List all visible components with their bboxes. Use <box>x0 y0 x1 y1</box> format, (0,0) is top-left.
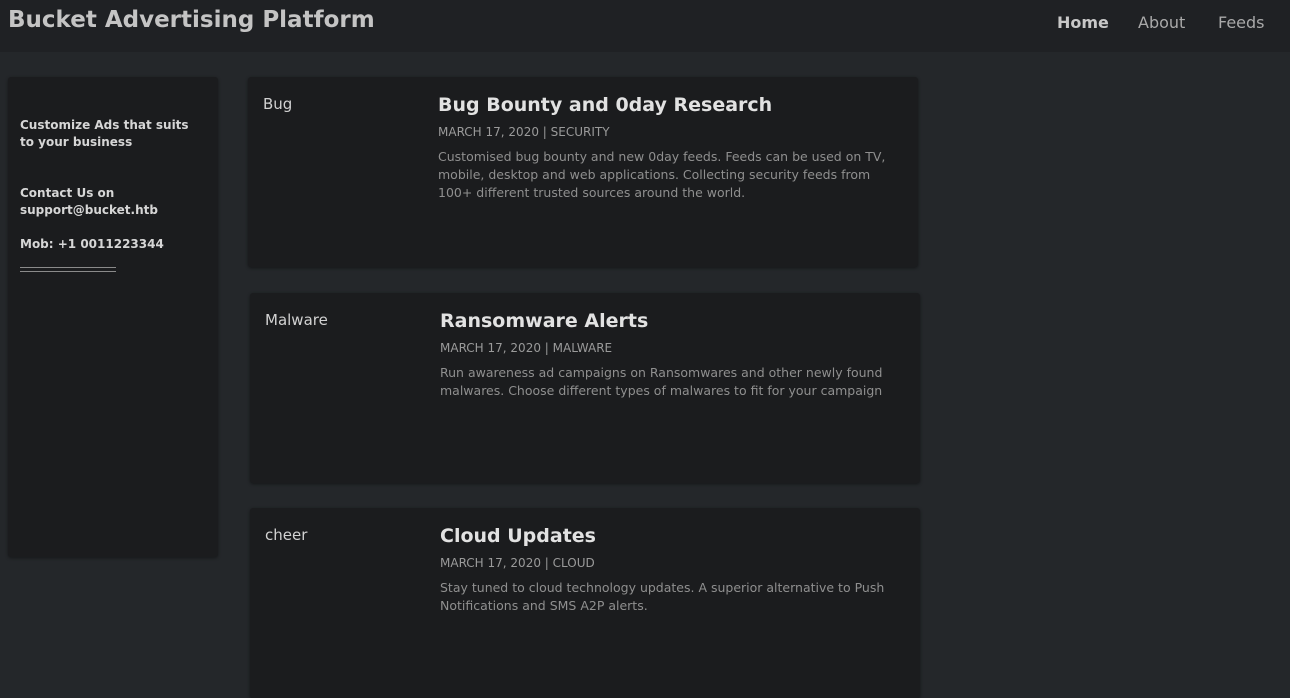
sidebar-mobile: Mob: +1 0011223344 <box>20 237 164 251</box>
post-title-link[interactable]: Bug Bounty and 0day Research <box>438 94 772 116</box>
nav-home-link[interactable]: Home <box>1057 13 1109 32</box>
post-tag: Malware <box>265 311 328 329</box>
sidebar-tagline: Customize Ads that suits to your busines… <box>20 118 189 149</box>
post-description: Run awareness ad campaigns on Ransomware… <box>440 365 883 398</box>
post-card: Bug Bug Bounty and 0day Research MARCH 1… <box>248 77 918 267</box>
nav-feeds-link[interactable]: Feeds <box>1218 13 1265 32</box>
post-meta: MARCH 17, 2020 | SECURITY <box>438 125 610 139</box>
post-meta: MARCH 17, 2020 | CLOUD <box>440 556 595 570</box>
sidebar-divider <box>20 267 116 272</box>
nav-about-link[interactable]: About <box>1138 13 1185 32</box>
post-tag: cheer <box>265 526 308 544</box>
post-description: Customised bug bounty and new 0day feeds… <box>438 149 886 200</box>
brand-title[interactable]: Bucket Advertising Platform <box>8 7 375 33</box>
post-title-link[interactable]: Ransomware Alerts <box>440 310 648 332</box>
top-navbar: Bucket Advertising Platform Home About F… <box>0 0 1290 52</box>
post-meta: MARCH 17, 2020 | MALWARE <box>440 341 613 355</box>
post-card: cheer Cloud Updates MARCH 17, 2020 | CLO… <box>250 508 920 698</box>
sidebar-contact: Contact Us on support@bucket.htb <box>20 186 158 217</box>
post-description: Stay tuned to cloud technology updates. … <box>440 580 885 613</box>
sidebar-panel: Customize Ads that suits to your busines… <box>8 77 218 557</box>
post-title-link[interactable]: Cloud Updates <box>440 525 596 547</box>
post-card: Malware Ransomware Alerts MARCH 17, 2020… <box>250 293 920 483</box>
post-tag: Bug <box>263 95 293 113</box>
